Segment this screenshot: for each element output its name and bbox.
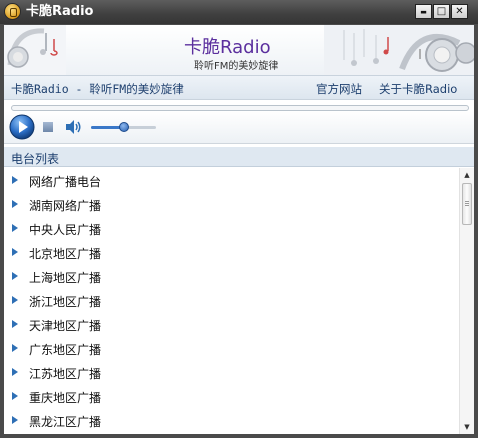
minimize-button[interactable]: ▬	[415, 4, 432, 19]
station-label: 黑龙江区广播	[29, 415, 102, 429]
scrollbar-thumb[interactable]	[462, 183, 472, 225]
headphones-art-left	[4, 25, 66, 75]
station-list-title: 电台列表	[11, 152, 60, 166]
station-list-item[interactable]: 广东地区广播	[4, 336, 459, 360]
expand-arrow-icon[interactable]	[12, 200, 18, 208]
station-list-item[interactable]: 天津地区广播	[4, 312, 459, 336]
station-list-item[interactable]: 浙江地区广播	[4, 288, 459, 312]
station-list-item[interactable]: 黑龙江区广播	[4, 408, 459, 432]
station-label: 网络广播电台	[29, 175, 102, 189]
station-list-header: 电台列表	[4, 147, 474, 167]
station-label: 重庆地区广播	[29, 391, 102, 405]
expand-arrow-icon[interactable]	[12, 224, 18, 232]
scroll-up-icon[interactable]: ▲	[462, 170, 472, 180]
station-label: 湖南网络广播	[29, 199, 102, 213]
official-site-link[interactable]: 官方网站	[316, 81, 362, 97]
player-controls	[4, 111, 474, 144]
volume-slider[interactable]	[91, 122, 156, 132]
station-list-item[interactable]: 中央人民广播	[4, 216, 459, 240]
expand-arrow-icon[interactable]	[12, 392, 18, 400]
station-list-item[interactable]: 网络广播电台	[4, 168, 459, 192]
station-list-item[interactable]: 江苏地区广播	[4, 360, 459, 384]
station-label: 江苏地区广播	[29, 367, 102, 381]
station-list-item[interactable]: 上海地区广播	[4, 264, 459, 288]
play-icon[interactable]	[9, 114, 35, 140]
scroll-down-icon[interactable]: ▼	[462, 422, 472, 432]
station-list: 网络广播电台 湖南网络广播 中央人民广播 北京地区广播 上海地区广播 浙江地区广播 天津地区…	[4, 168, 459, 434]
nav-slogan: 卡脆Radio - 聆听FM的美妙旋律	[11, 82, 184, 96]
station-list-item[interactable]: 重庆地区广播	[4, 384, 459, 408]
station-label: 浙江地区广播	[29, 295, 102, 309]
app-window: 卡脆Radio ▬ □ ✕ 卡脆Radio 聆听FM的美妙旋律 卡脆Radio …	[0, 0, 478, 438]
station-label: 广东地区广播	[29, 343, 102, 357]
expand-arrow-icon[interactable]	[12, 272, 18, 280]
close-button[interactable]: ✕	[451, 4, 468, 19]
client-area: 卡脆Radio 聆听FM的美妙旋律 卡脆Radio - 聆听FM的美妙旋律 官方…	[4, 25, 474, 434]
stop-icon[interactable]	[43, 122, 53, 132]
banner: 卡脆Radio 聆听FM的美妙旋律	[4, 25, 474, 75]
station-label: 上海地区广播	[29, 271, 102, 285]
about-link[interactable]: 关于卡脆Radio	[379, 81, 457, 97]
vertical-scrollbar[interactable]: ▲ ▼	[459, 168, 474, 434]
station-list-item[interactable]: 湖南网络广播	[4, 192, 459, 216]
brand-tagline: 聆听FM的美妙旋律	[194, 61, 279, 72]
expand-arrow-icon[interactable]	[12, 248, 18, 256]
expand-arrow-icon[interactable]	[12, 416, 18, 424]
station-label: 中央人民广播	[29, 223, 102, 237]
brand-logo: 卡脆Radio	[184, 37, 271, 58]
station-list-item[interactable]: 北京地区广播	[4, 240, 459, 264]
window-title: 卡脆Radio	[26, 4, 94, 19]
expand-arrow-icon[interactable]	[12, 296, 18, 304]
headphones-art-right	[324, 25, 474, 75]
expand-arrow-icon[interactable]	[12, 368, 18, 376]
app-logo-icon	[5, 4, 20, 19]
speaker-icon[interactable]	[65, 119, 83, 135]
expand-arrow-icon[interactable]	[12, 344, 18, 352]
expand-arrow-icon[interactable]	[12, 320, 18, 328]
title-bar[interactable]: 卡脆Radio ▬ □ ✕	[0, 0, 478, 24]
station-label: 天津地区广播	[29, 319, 102, 333]
expand-arrow-icon[interactable]	[12, 176, 18, 184]
nav-bar: 卡脆Radio - 聆听FM的美妙旋律 官方网站 关于卡脆Radio	[4, 75, 474, 100]
maximize-button[interactable]: □	[433, 4, 450, 19]
station-label: 北京地区广播	[29, 247, 102, 261]
volume-slider-thumb[interactable]	[118, 122, 129, 132]
